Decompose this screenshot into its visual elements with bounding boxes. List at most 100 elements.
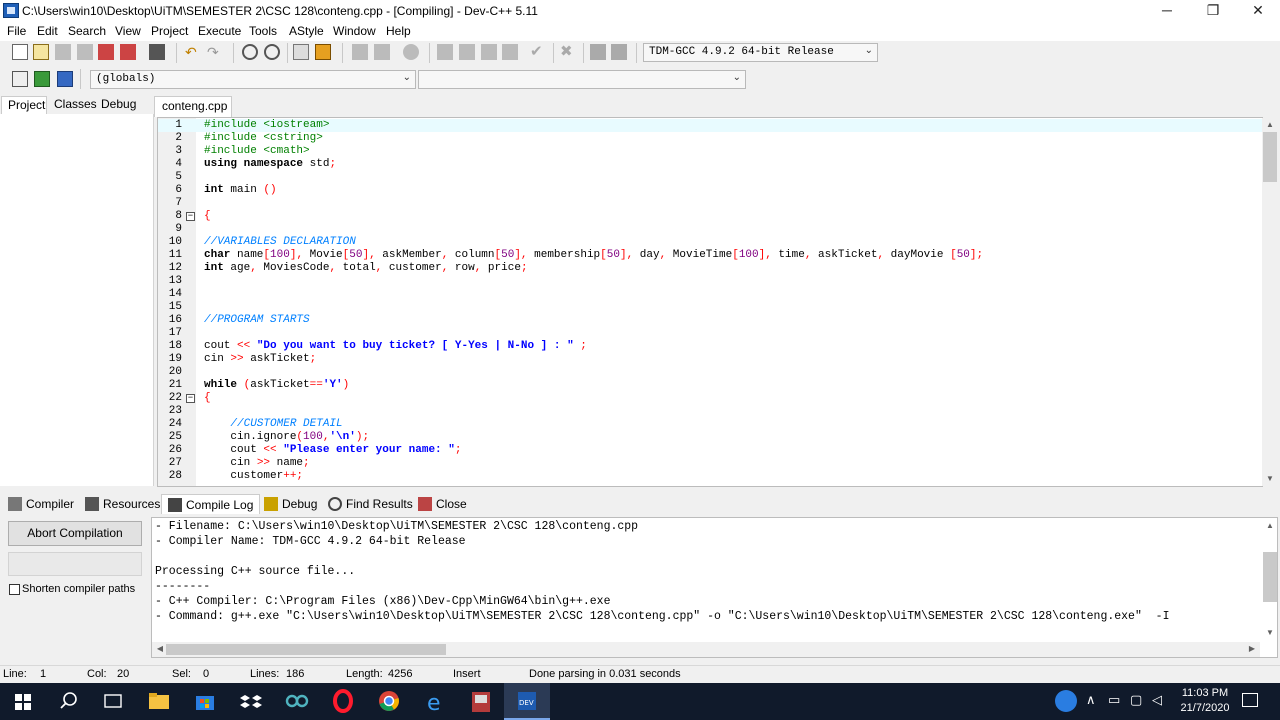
edge-button[interactable]: e [412, 683, 458, 720]
delete-icon[interactable]: ✖ [560, 44, 576, 60]
restore-button[interactable]: ❐ [1190, 0, 1236, 22]
indent-icon[interactable] [293, 44, 309, 60]
log-scroll-thumb[interactable] [1263, 552, 1277, 602]
menu-search[interactable]: Search [68, 24, 106, 38]
compiler-select[interactable]: TDM-GCC 4.9.2 64-bit Release ⌄ [643, 43, 878, 62]
arduino-button[interactable] [274, 683, 320, 720]
print-icon[interactable] [149, 44, 165, 60]
code-line[interactable]: 13 [158, 275, 1262, 288]
rebuild-icon[interactable] [437, 44, 453, 60]
opera-button[interactable] [320, 683, 366, 720]
scope-select[interactable]: (globals) ⌄ [90, 70, 416, 89]
code-line[interactable]: 17 [158, 327, 1262, 340]
code-line[interactable]: 5 [158, 171, 1262, 184]
project-options-icon[interactable] [611, 44, 627, 60]
grid-icon[interactable] [481, 44, 497, 60]
tab-compiler[interactable]: Compiler [2, 494, 80, 514]
shorten-paths-checkbox[interactable] [9, 584, 20, 595]
profile-icon[interactable] [502, 44, 518, 60]
check-icon[interactable]: ✔ [530, 44, 546, 60]
menu-window[interactable]: Window [333, 24, 376, 38]
code-line[interactable]: 6 int main () [158, 184, 1262, 197]
code-line[interactable]: 20 [158, 366, 1262, 379]
new-file-icon[interactable] [12, 44, 28, 60]
run-icon[interactable] [374, 44, 390, 60]
code-line[interactable]: 10 //VARIABLES DECLARATION [158, 236, 1262, 249]
code-line[interactable]: 9 [158, 223, 1262, 236]
compile-icon[interactable] [352, 44, 368, 60]
menu-edit[interactable]: Edit [37, 24, 58, 38]
open-file-icon[interactable] [33, 44, 49, 60]
tab-debug[interactable]: Debug [95, 96, 142, 116]
code-line[interactable]: 28 customer++; [158, 470, 1262, 483]
new-class-icon[interactable] [590, 44, 606, 60]
tab-debug-bottom[interactable]: Debug [258, 494, 323, 514]
code-line[interactable]: 27 cin >> name; [158, 457, 1262, 470]
log-scroll-right-icon[interactable]: ▶ [1244, 642, 1260, 656]
code-line[interactable]: 23 [158, 405, 1262, 418]
close-all-icon[interactable] [120, 44, 136, 60]
insert-icon[interactable] [12, 71, 28, 87]
menu-project[interactable]: Project [151, 24, 188, 38]
menu-view[interactable]: View [115, 24, 141, 38]
bookmark-icon[interactable] [57, 71, 73, 87]
find-icon[interactable] [242, 44, 258, 60]
menu-astyle[interactable]: AStyle [289, 24, 324, 38]
file-explorer-button[interactable] [136, 683, 182, 720]
store-button[interactable] [182, 683, 228, 720]
code-line[interactable]: 2 #include <cstring> [158, 132, 1262, 145]
compile-log[interactable]: - Filename: C:\Users\win10\Desktop\UiTM\… [151, 517, 1278, 658]
start-button[interactable] [0, 683, 46, 720]
undo-icon[interactable]: ↶ [185, 44, 201, 60]
code-line[interactable]: 22−{ [158, 392, 1262, 405]
menu-file[interactable]: File [7, 24, 26, 38]
tab-close[interactable]: Close [412, 494, 473, 514]
abort-compilation-button[interactable]: Abort Compilation [8, 521, 142, 546]
code-line[interactable]: 3 #include <cmath> [158, 145, 1262, 158]
media-button[interactable] [458, 683, 504, 720]
tab-resources[interactable]: Resources [79, 494, 166, 514]
code-line[interactable]: 19 cin >> askTicket; [158, 353, 1262, 366]
code-line[interactable]: 1 #include <iostream> [158, 119, 1262, 132]
log-hscroll-thumb[interactable] [166, 644, 446, 655]
code-line[interactable]: 8−{ [158, 210, 1262, 223]
chrome-button[interactable] [366, 683, 412, 720]
compile-run-icon[interactable] [403, 44, 419, 60]
fold-toggle-icon[interactable]: − [186, 212, 195, 221]
redo-icon[interactable]: ↷ [207, 44, 223, 60]
code-line[interactable]: 15 [158, 301, 1262, 314]
code-line[interactable]: 4 using namespace std; [158, 158, 1262, 171]
battery-icon[interactable]: ▭ [1108, 692, 1120, 708]
save-icon[interactable] [55, 44, 71, 60]
log-scroll-down-icon[interactable]: ▼ [1262, 626, 1278, 640]
unindent-icon[interactable] [315, 44, 331, 60]
dropbox-button[interactable] [228, 683, 274, 720]
save-all-icon[interactable] [77, 44, 93, 60]
minimize-button[interactable]: ─ [1144, 0, 1190, 22]
display-icon[interactable]: ▢ [1130, 692, 1142, 708]
log-scroll-up-icon[interactable]: ▲ [1262, 519, 1278, 533]
notification-icon[interactable] [1242, 693, 1258, 707]
close-file-icon[interactable] [98, 44, 114, 60]
debug-icon[interactable] [459, 44, 475, 60]
replace-icon[interactable] [264, 44, 280, 60]
code-line[interactable]: 26 cout << "Please enter your name: "; [158, 444, 1262, 457]
menu-help[interactable]: Help [386, 24, 411, 38]
code-line[interactable]: 16 //PROGRAM STARTS [158, 314, 1262, 327]
code-line[interactable]: 24 //CUSTOMER DETAIL [158, 418, 1262, 431]
tab-project[interactable]: Project [1, 96, 47, 116]
search-taskbar-button[interactable] [46, 683, 92, 720]
menu-tools[interactable]: Tools [249, 24, 277, 38]
volume-icon[interactable]: ◁ [1152, 692, 1162, 708]
code-line[interactable]: 11 char name[100], Movie[50], askMember, … [158, 249, 1262, 262]
tab-conteng-cpp[interactable]: conteng.cpp [154, 96, 232, 117]
tab-compile-log[interactable]: Compile Log [161, 494, 261, 514]
menu-execute[interactable]: Execute [198, 24, 241, 38]
scroll-down-icon[interactable]: ▼ [1262, 472, 1278, 486]
code-line[interactable]: 12 int age, MoviesCode, total, customer, … [158, 262, 1262, 275]
devcpp-taskbar-button[interactable]: DEV [504, 683, 550, 720]
task-view-button[interactable] [90, 683, 136, 720]
help-tray-icon[interactable] [1055, 690, 1077, 712]
code-line[interactable]: 25 cin.ignore(100,'\n'); [158, 431, 1262, 444]
taskbar-clock[interactable]: 11:03 PM 21/7/2020 [1176, 686, 1234, 716]
